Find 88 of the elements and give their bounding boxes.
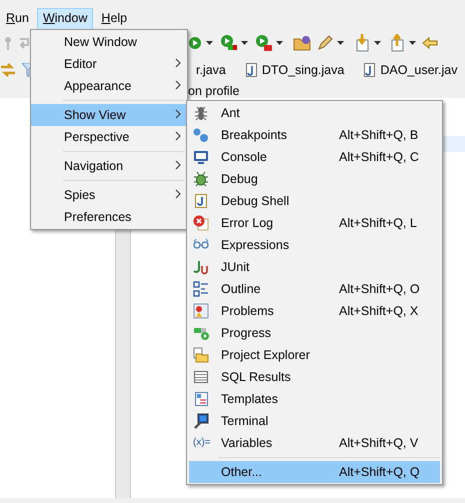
menu-item-label: Outline	[221, 280, 261, 298]
menu-item[interactable]: Debug Shell	[189, 190, 440, 212]
table-icon	[193, 369, 209, 385]
menu-item-label: Debug	[221, 170, 258, 188]
menu-item[interactable]: (x)= Variables Alt+Shift+Q, V	[189, 432, 440, 454]
menu-item[interactable]: Perspective	[31, 126, 187, 148]
menu-item[interactable]: SQL Results	[189, 366, 440, 388]
menu-item[interactable]: JUnit	[189, 256, 440, 278]
menu-item[interactable]: Terminal	[189, 410, 440, 432]
menu-item[interactable]: New Window	[31, 31, 187, 53]
template-icon	[193, 391, 209, 407]
dropdown-arrow-icon[interactable]	[241, 41, 248, 45]
java-file-icon	[246, 63, 257, 77]
pen-icon[interactable]	[317, 35, 333, 51]
editor-tab[interactable]: r.java	[196, 62, 226, 78]
menu-item-label: Error Log	[221, 214, 274, 232]
menu-item[interactable]: Outline Alt+Shift+Q, O	[189, 278, 440, 300]
menu-item-label: Variables	[221, 434, 272, 452]
shortcut-text: Alt+Shift+Q, V	[339, 434, 418, 452]
menu-item-label: Console	[221, 148, 267, 166]
outline-icon	[193, 281, 209, 297]
ant-icon	[193, 105, 209, 121]
shortcut-text: Alt+Shift+Q, O	[339, 280, 420, 298]
java-file-icon	[364, 63, 376, 77]
shortcut-text: Alt+Shift+Q, Q	[339, 464, 420, 481]
shortcut-text: Alt+Shift+Q, B	[339, 126, 418, 144]
problems-icon	[193, 303, 209, 319]
menu-item-label: Ant	[221, 104, 240, 122]
dropdown-arrow-icon[interactable]	[206, 41, 213, 45]
variable-icon: (x)=	[193, 436, 210, 450]
menu-item-label: JUnit	[221, 258, 250, 276]
progress-icon	[193, 325, 209, 341]
shortcut-text: Alt+Shift+Q, X	[339, 302, 418, 320]
dropdown-arrow-icon[interactable]	[276, 41, 283, 45]
up-arrow-document-icon[interactable]	[389, 34, 405, 52]
menu-item-label: Other...	[221, 464, 262, 481]
menu-item-label: Breakpoints	[221, 126, 288, 144]
down-arrow-document-icon[interactable]	[354, 34, 370, 52]
menu-item[interactable]: Ant	[189, 102, 440, 124]
back-arrow-icon[interactable]	[422, 36, 438, 50]
editor-tab[interactable]: DTO_sing.java	[246, 62, 344, 78]
menu-item[interactable]: Expressions	[189, 234, 440, 256]
menu-item-label: Expressions	[221, 236, 290, 254]
dropdown-arrow-icon[interactable]	[409, 41, 416, 45]
menu-bar-item[interactable]: Help	[95, 8, 134, 30]
menu-item[interactable]: Preferences	[31, 206, 187, 228]
menu-item[interactable]: Appearance	[31, 75, 187, 97]
menu-item-label: Project Explorer	[221, 346, 310, 364]
menu-item[interactable]: Console Alt+Shift+Q, C	[189, 146, 440, 168]
shortcut-text: Alt+Shift+Q, C	[339, 148, 419, 166]
terminal-icon	[193, 413, 209, 429]
menu-bar-item[interactable]: Run	[0, 8, 35, 30]
folder-document-icon	[193, 347, 209, 363]
editor-tab[interactable]: DAO_user.jav	[364, 62, 458, 78]
dropdown-arrow-icon[interactable]	[374, 41, 381, 45]
junit-icon	[193, 259, 209, 275]
folder-icon[interactable]	[293, 35, 311, 51]
menu-item-label: Templates	[221, 390, 278, 408]
return-arrow-icon[interactable]	[18, 37, 32, 49]
menu-item-label: Terminal	[221, 412, 268, 430]
error-icon	[193, 215, 209, 231]
bug-icon	[193, 171, 209, 187]
menu-item[interactable]: Progress	[189, 322, 440, 344]
menu-item[interactable]: Templates	[189, 388, 440, 410]
external-tool-icon[interactable]	[256, 35, 272, 51]
view-title: on profile	[188, 84, 240, 98]
run-coverage-icon[interactable]	[221, 35, 237, 51]
menu-bar-item[interactable]: Window	[36, 8, 94, 30]
menu-item[interactable]: Show View	[31, 104, 187, 126]
menu-item[interactable]: Debug	[189, 168, 440, 190]
menu-item-label: Progress	[221, 324, 272, 342]
shell-file-icon	[193, 193, 209, 209]
menu-item[interactable]: Other... Alt+Shift+Q, Q	[189, 461, 440, 483]
menu-item[interactable]: Editor	[31, 53, 187, 75]
menu-item[interactable]: Navigation	[31, 155, 187, 177]
shortcut-text: Alt+Shift+Q, L	[339, 214, 417, 232]
menu-item-label: Problems	[221, 302, 274, 320]
menu-item[interactable]: Project Explorer	[189, 344, 440, 366]
menu-item[interactable]: Error Log Alt+Shift+Q, L	[189, 212, 440, 234]
dropdown-arrow-icon[interactable]	[337, 41, 344, 45]
menu-item[interactable]: Problems Alt+Shift+Q, X	[189, 300, 440, 322]
console-icon	[193, 149, 209, 165]
run-icon[interactable]	[188, 36, 202, 50]
menu-item[interactable]: Breakpoints Alt+Shift+Q, B	[189, 124, 440, 146]
menu-item-label: SQL Results	[221, 368, 291, 386]
menu-item-label: Debug Shell	[221, 192, 290, 210]
menu-item[interactable]: Spies	[31, 184, 187, 206]
breakpoints-icon	[193, 127, 209, 143]
